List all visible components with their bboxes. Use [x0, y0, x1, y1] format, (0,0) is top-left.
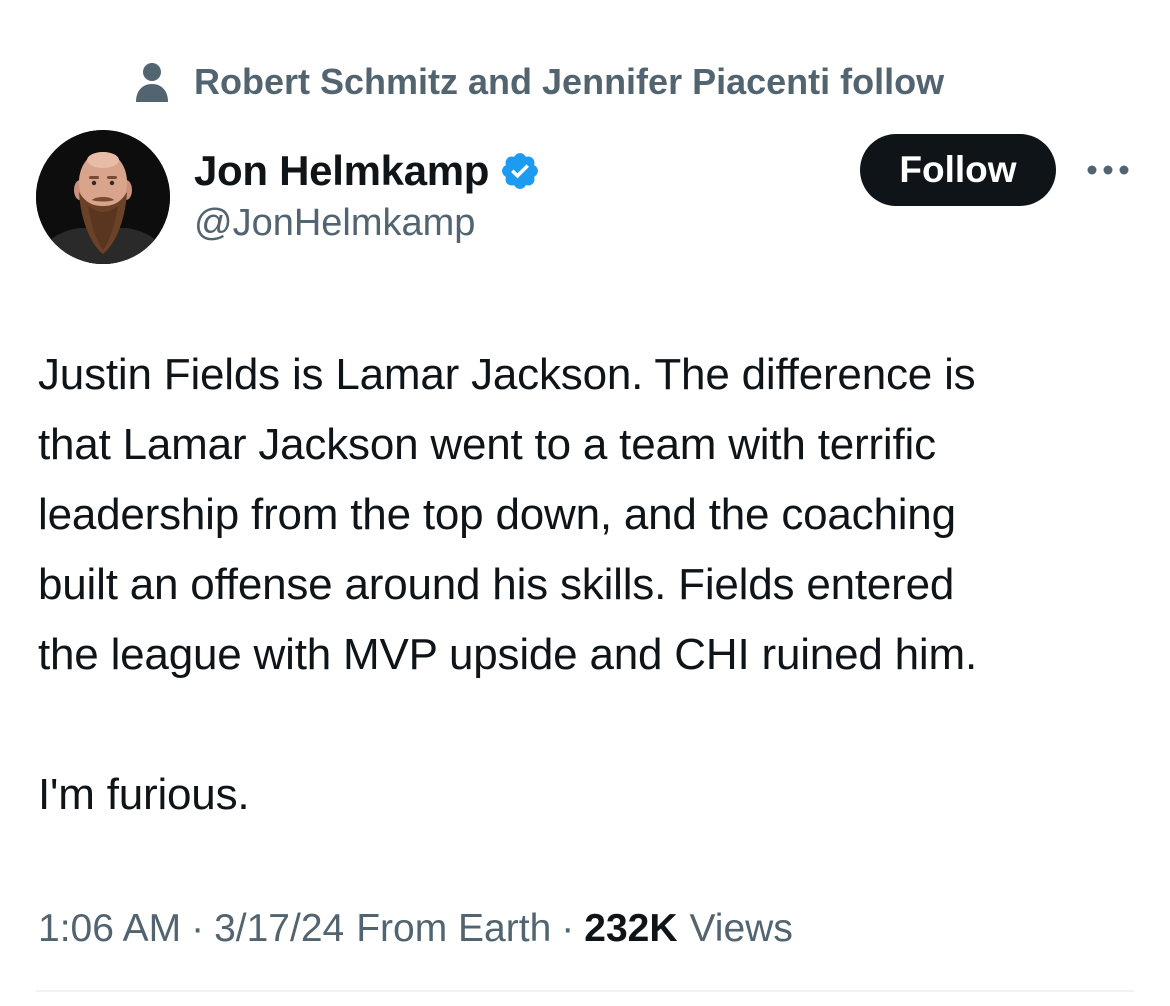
divider [36, 990, 1134, 992]
tweet-source: From Earth [356, 907, 552, 950]
tweet-metadata: 1:06 AM · 3/17/24 From Earth · 232K View… [38, 903, 793, 955]
avatar-image [36, 130, 170, 264]
social-context-text: Robert Schmitz and Jennifer Piacenti fol… [194, 61, 945, 102]
tweet-text: Justin Fields is Lamar Jackson. The diff… [38, 340, 1148, 830]
paragraph-break [38, 690, 1148, 760]
meta-separator: · [191, 907, 205, 950]
verified-badge-icon[interactable] [499, 150, 541, 192]
user-handle[interactable]: @JonHelmkamp [194, 202, 541, 245]
follow-button[interactable]: Follow [860, 134, 1056, 206]
tweet-line: the league with MVP upside and CHI ruine… [38, 630, 977, 679]
meta-separator: · [561, 907, 575, 950]
person-icon [136, 63, 168, 102]
display-name[interactable]: Jon Helmkamp [194, 147, 489, 195]
more-options-button[interactable] [1084, 152, 1132, 188]
views-count[interactable]: 232K [584, 907, 677, 951]
tweet-date[interactable]: 3/17/24 [214, 907, 344, 951]
social-context[interactable]: Robert Schmitz and Jennifer Piacenti fol… [134, 61, 945, 102]
avatar[interactable] [36, 130, 170, 264]
name-row: Jon Helmkamp [194, 146, 541, 196]
views-label: Views [689, 907, 793, 950]
tweet-line: Justin Fields is Lamar Jackson. The diff… [38, 350, 976, 399]
tweet-closing-line: I'm furious. [38, 770, 250, 819]
tweet-line: that Lamar Jackson went to a team with t… [38, 420, 936, 469]
author-block: Jon Helmkamp @JonHelmkamp [194, 146, 541, 245]
more-horizontal-icon [1087, 165, 1129, 175]
tweet-line: built an offense around his skills. Fiel… [38, 560, 955, 609]
tweet-line: leadership from the top down, and the co… [38, 490, 956, 539]
tweet-time[interactable]: 1:06 AM [38, 907, 181, 951]
